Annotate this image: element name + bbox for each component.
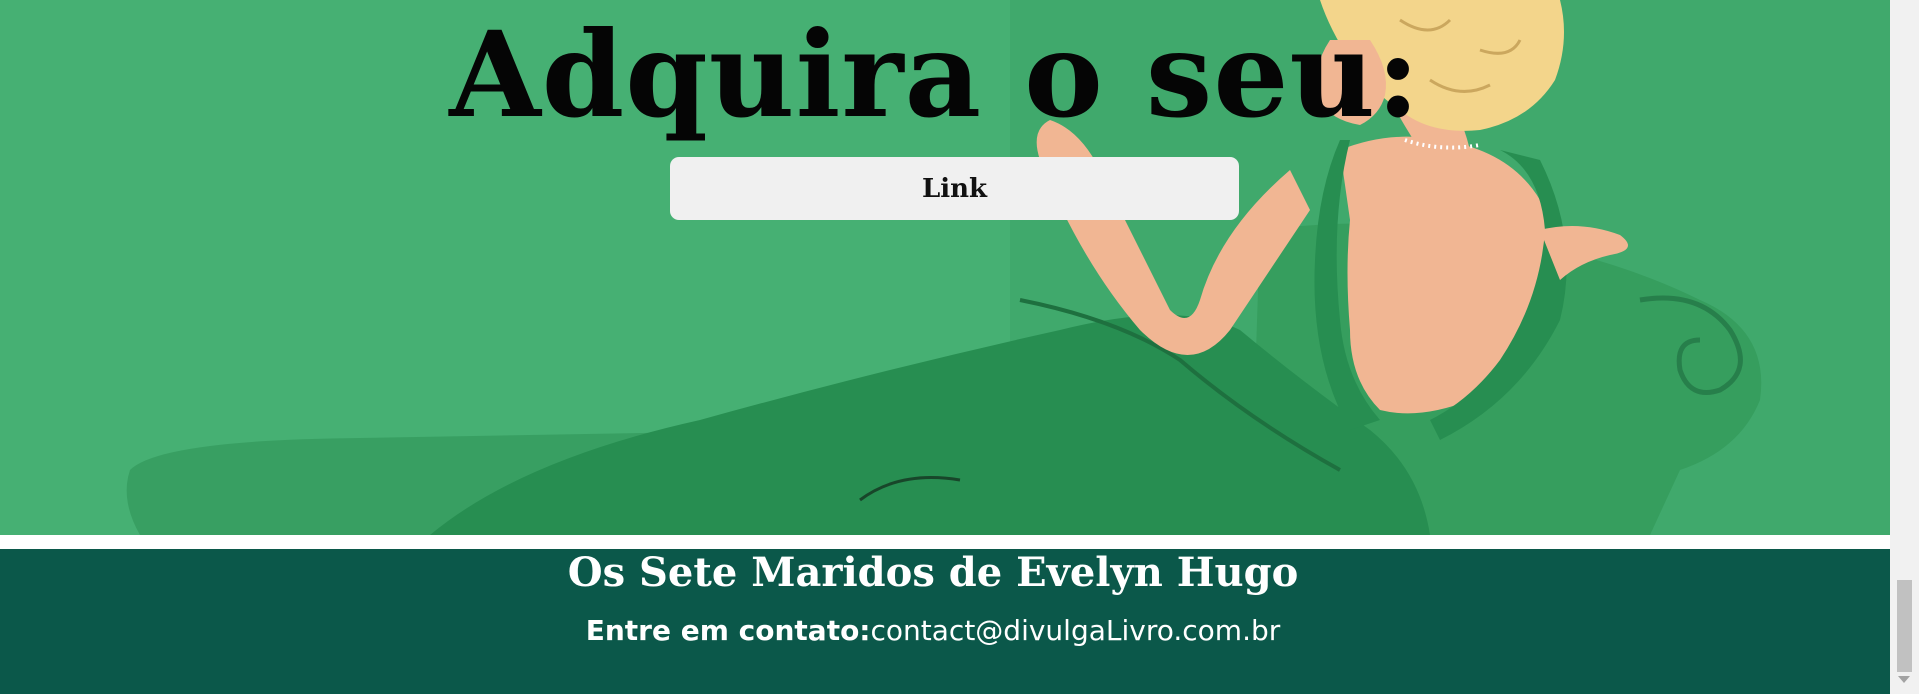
- contact-email: contact@divulgaLivro.com.br: [870, 614, 1281, 647]
- purchase-section: Adquira o seu: Link: [0, 0, 1890, 535]
- purchase-heading: Adquira o seu:: [449, 5, 1421, 144]
- contact-label: Entre em contato:: [585, 614, 871, 647]
- footer: Os Sete Maridos de Evelyn Hugo Entre em …: [0, 549, 1890, 694]
- section-divider: [0, 535, 1890, 549]
- scrollbar-thumb[interactable]: [1897, 580, 1912, 672]
- purchase-link-button[interactable]: Link: [670, 157, 1239, 220]
- footer-contact: Entre em contato:contact@divulgaLivro.co…: [0, 611, 1878, 651]
- vertical-scrollbar[interactable]: [1890, 0, 1919, 694]
- footer-book-title: Os Sete Maridos de Evelyn Hugo: [567, 549, 1299, 596]
- scroll-down-arrow-icon[interactable]: [1898, 676, 1910, 683]
- page-viewport: Adquira o seu: Link Os Sete Maridos de E…: [0, 0, 1919, 694]
